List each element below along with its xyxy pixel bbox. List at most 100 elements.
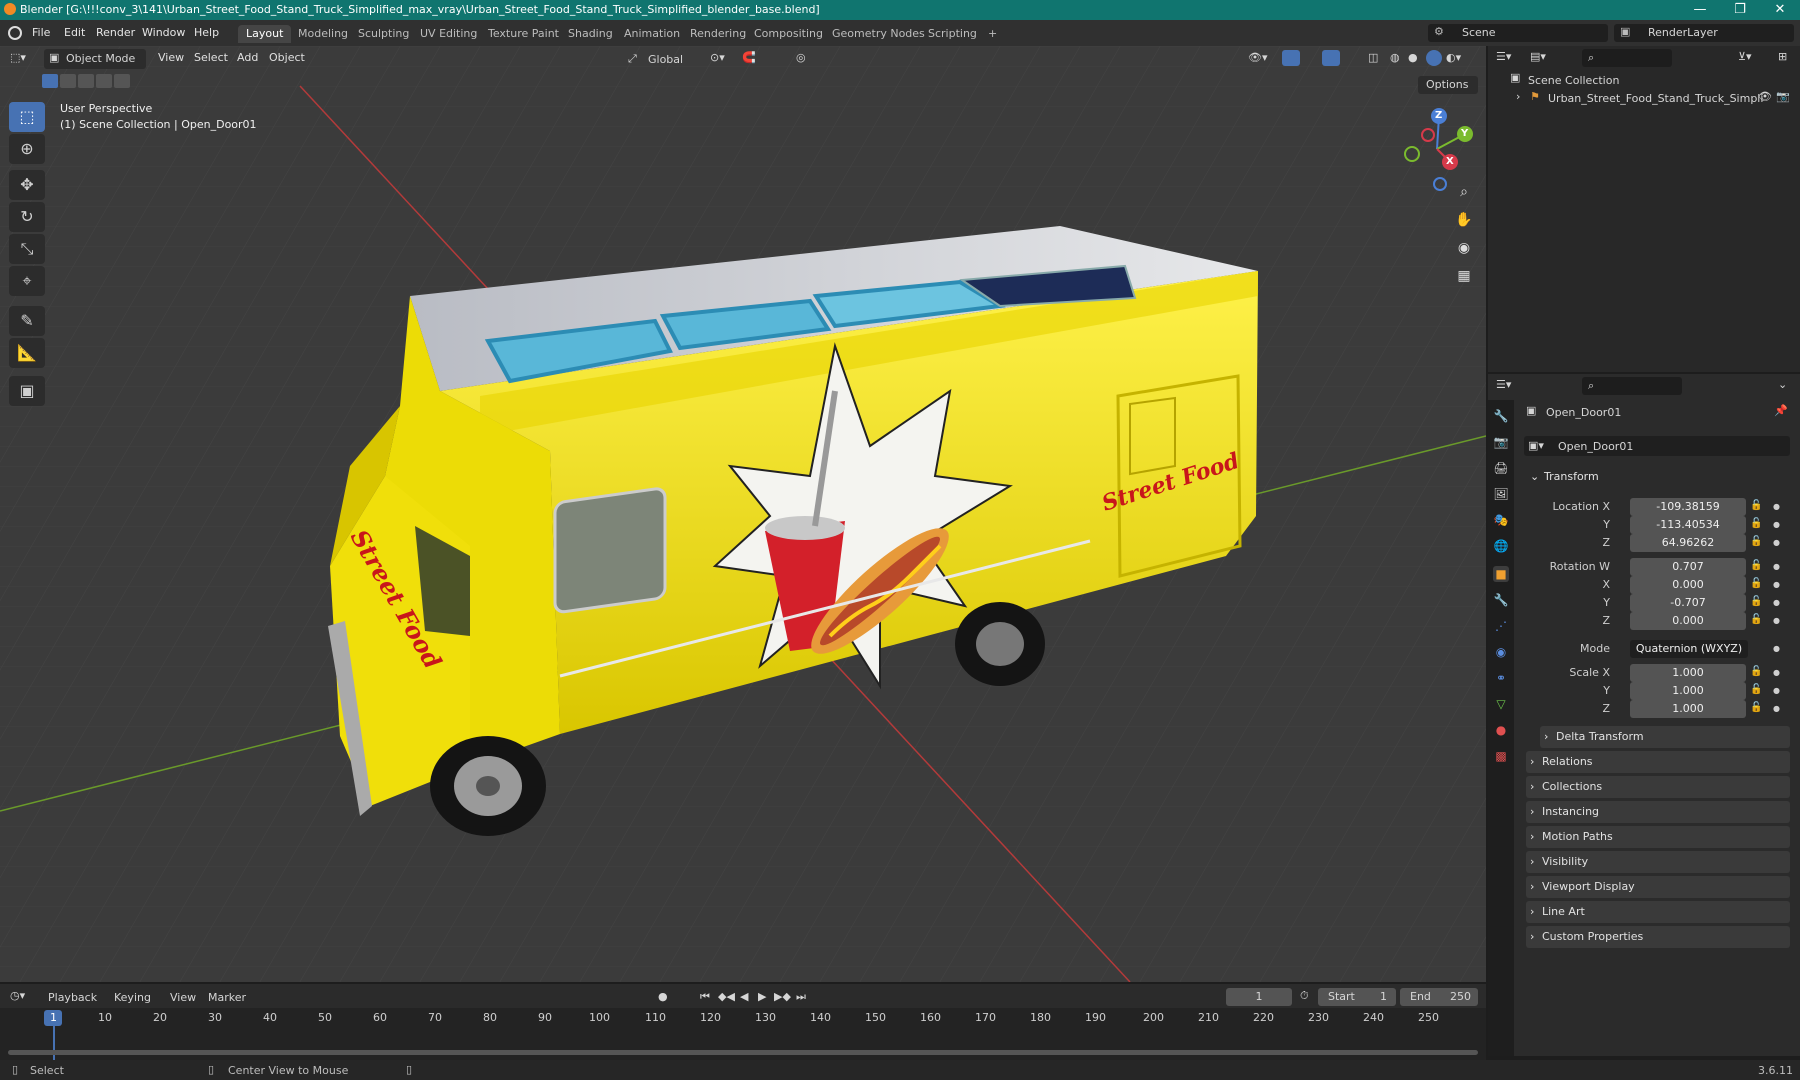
- play-reverse-icon[interactable]: ◀: [740, 990, 748, 1003]
- scale-z-field[interactable]: 1.000: [1630, 700, 1746, 718]
- menu-window[interactable]: Window: [142, 26, 185, 39]
- timeline-editor-icon[interactable]: ◷▾: [10, 989, 25, 1002]
- pin-icon[interactable]: 📌: [1774, 404, 1788, 417]
- properties-options-icon[interactable]: ⌄: [1778, 378, 1787, 391]
- keyframe-dot-icon[interactable]: ●: [1773, 704, 1780, 713]
- lock-icon[interactable]: 🔓: [1750, 518, 1762, 529]
- select-subtract-icon[interactable]: [78, 74, 94, 88]
- object-mode-dropdown[interactable]: ▣ Object Mode: [44, 49, 146, 69]
- scale-x-field[interactable]: 1.000: [1630, 664, 1746, 682]
- keyframe-dot-icon[interactable]: ●: [1773, 502, 1780, 511]
- frame-start-field[interactable]: Start 1: [1318, 988, 1396, 1006]
- snap-icon[interactable]: 🧲: [742, 51, 756, 64]
- maximize-button[interactable]: ❐: [1720, 0, 1760, 20]
- scene-collection-label[interactable]: Scene Collection: [1528, 74, 1619, 87]
- keyframe-dot-icon[interactable]: ●: [1773, 644, 1780, 653]
- zoom-icon[interactable]: ⌕: [1452, 180, 1476, 204]
- scale-y-field[interactable]: 1.000: [1630, 682, 1746, 700]
- minimize-button[interactable]: —: [1680, 0, 1720, 20]
- prev-keyframe-icon[interactable]: ◆◀: [718, 990, 735, 1003]
- close-button[interactable]: ✕: [1760, 0, 1800, 20]
- select-intersect-icon[interactable]: [114, 74, 130, 88]
- select-box-modes[interactable]: [40, 74, 130, 90]
- pan-hand-icon[interactable]: ✋: [1452, 208, 1476, 232]
- pivot-icon[interactable]: ⊙▾: [710, 51, 725, 64]
- orientation-dropdown[interactable]: ⤢ Global: [626, 49, 698, 69]
- tab-modeling[interactable]: Modeling: [290, 25, 356, 43]
- select-extend-icon[interactable]: [60, 74, 76, 88]
- keyframe-dot-icon[interactable]: ●: [1773, 616, 1780, 625]
- instancing-panel[interactable]: › Instancing: [1526, 801, 1790, 823]
- menu-help[interactable]: Help: [194, 26, 219, 39]
- lock-icon[interactable]: 🔓: [1750, 500, 1762, 511]
- render-tab-icon[interactable]: 📷: [1493, 434, 1509, 450]
- keyframe-dot-icon[interactable]: ●: [1773, 668, 1780, 677]
- collections-panel[interactable]: › Collections: [1526, 776, 1790, 798]
- viewport-menu-view[interactable]: View: [158, 51, 184, 64]
- viewport-display-panel[interactable]: › Viewport Display: [1526, 876, 1790, 898]
- tab-animation[interactable]: Animation: [616, 25, 688, 43]
- jump-end-icon[interactable]: ⏭: [796, 990, 806, 1004]
- add-cube-tool-icon[interactable]: ▣: [9, 376, 45, 406]
- stopwatch-icon[interactable]: ⏱: [1300, 989, 1309, 1003]
- render-layer-selector[interactable]: ▣ RenderLayer: [1614, 24, 1794, 42]
- properties-search-input[interactable]: ⌕: [1582, 377, 1682, 395]
- relations-panel[interactable]: › Relations: [1526, 751, 1790, 773]
- line-art-panel[interactable]: › Line Art: [1526, 901, 1790, 923]
- keyframe-dot-icon[interactable]: ●: [1773, 520, 1780, 529]
- texture-tab-icon[interactable]: ▩: [1493, 748, 1509, 764]
- constraints-tab-icon[interactable]: ⚭: [1493, 670, 1509, 686]
- blender-menu-icon[interactable]: [8, 26, 22, 40]
- select-tool-icon[interactable]: ⬚: [9, 102, 45, 132]
- annotate-tool-icon[interactable]: ✎: [9, 306, 45, 336]
- menu-file[interactable]: File: [32, 26, 50, 39]
- lock-icon[interactable]: 🔓: [1750, 684, 1762, 695]
- jump-start-icon[interactable]: ⏮: [700, 990, 710, 1004]
- properties-editor-icon[interactable]: ☰▾: [1496, 378, 1511, 391]
- transform-panel-header[interactable]: ⌄ Transform: [1526, 466, 1790, 488]
- scene-selector[interactable]: ⚙ Scene: [1428, 24, 1608, 42]
- lock-icon[interactable]: 🔓: [1750, 536, 1762, 547]
- outliner-object-item[interactable]: Urban_Street_Food_Stand_Truck_Simpli: [1548, 92, 1763, 105]
- world-tab-icon[interactable]: 🌐: [1493, 538, 1509, 554]
- render-camera-icon[interactable]: 📷: [1776, 90, 1790, 103]
- scale-tool-icon[interactable]: ⤡: [9, 234, 45, 264]
- rotate-tool-icon[interactable]: ↻: [9, 202, 45, 232]
- camera-view-icon[interactable]: ◉: [1452, 236, 1476, 260]
- viewport-menu-object[interactable]: Object: [269, 51, 305, 64]
- outliner-editor-icon[interactable]: ☰▾: [1496, 50, 1511, 63]
- expand-arrow-icon[interactable]: ›: [1516, 90, 1520, 103]
- keyframe-dot-icon[interactable]: ●: [1773, 686, 1780, 695]
- new-collection-icon[interactable]: ⊞: [1778, 50, 1787, 63]
- data-tab-icon[interactable]: ▽: [1493, 696, 1509, 712]
- viewport-3d[interactable]: Street Food Street Food User Perspective…: [0, 46, 1486, 982]
- menu-render[interactable]: Render: [96, 26, 135, 39]
- location-y-field[interactable]: -113.40534: [1630, 516, 1746, 534]
- tab-rendering[interactable]: Rendering: [682, 25, 754, 43]
- options-button[interactable]: Options: [1418, 76, 1478, 94]
- record-icon[interactable]: ●: [658, 990, 668, 1003]
- keyframe-dot-icon[interactable]: ●: [1773, 562, 1780, 571]
- perspective-grid-icon[interactable]: ▦: [1452, 264, 1476, 288]
- transform-tool-icon[interactable]: ⌖: [9, 266, 45, 296]
- add-workspace-button[interactable]: +: [980, 25, 1005, 43]
- material-shading-icon[interactable]: [1426, 50, 1442, 66]
- modifier-tab-icon[interactable]: 🔧: [1493, 592, 1509, 608]
- select-invert-icon[interactable]: [96, 74, 112, 88]
- visibility-eye-icon[interactable]: 👁: [1758, 90, 1772, 103]
- physics-tab-icon[interactable]: ◉: [1493, 644, 1509, 660]
- visibility-panel[interactable]: › Visibility: [1526, 851, 1790, 873]
- cursor-tool-icon[interactable]: ⊕: [9, 134, 45, 164]
- tab-scripting[interactable]: Scripting: [920, 25, 985, 43]
- tab-uv-editing[interactable]: UV Editing: [412, 25, 485, 43]
- rotation-x-field[interactable]: 0.000: [1630, 576, 1746, 594]
- location-x-field[interactable]: -109.38159: [1630, 498, 1746, 516]
- measure-tool-icon[interactable]: 📐: [9, 338, 45, 368]
- timeline-menu-marker[interactable]: Marker: [208, 991, 246, 1004]
- output-tab-icon[interactable]: 🖨: [1493, 460, 1509, 476]
- keyframe-dot-icon[interactable]: ●: [1773, 598, 1780, 607]
- timeline-menu-playback[interactable]: Playback: [48, 991, 97, 1004]
- tab-layout[interactable]: Layout: [238, 25, 292, 43]
- play-icon[interactable]: ▶: [758, 990, 766, 1003]
- select-new-icon[interactable]: [42, 74, 58, 88]
